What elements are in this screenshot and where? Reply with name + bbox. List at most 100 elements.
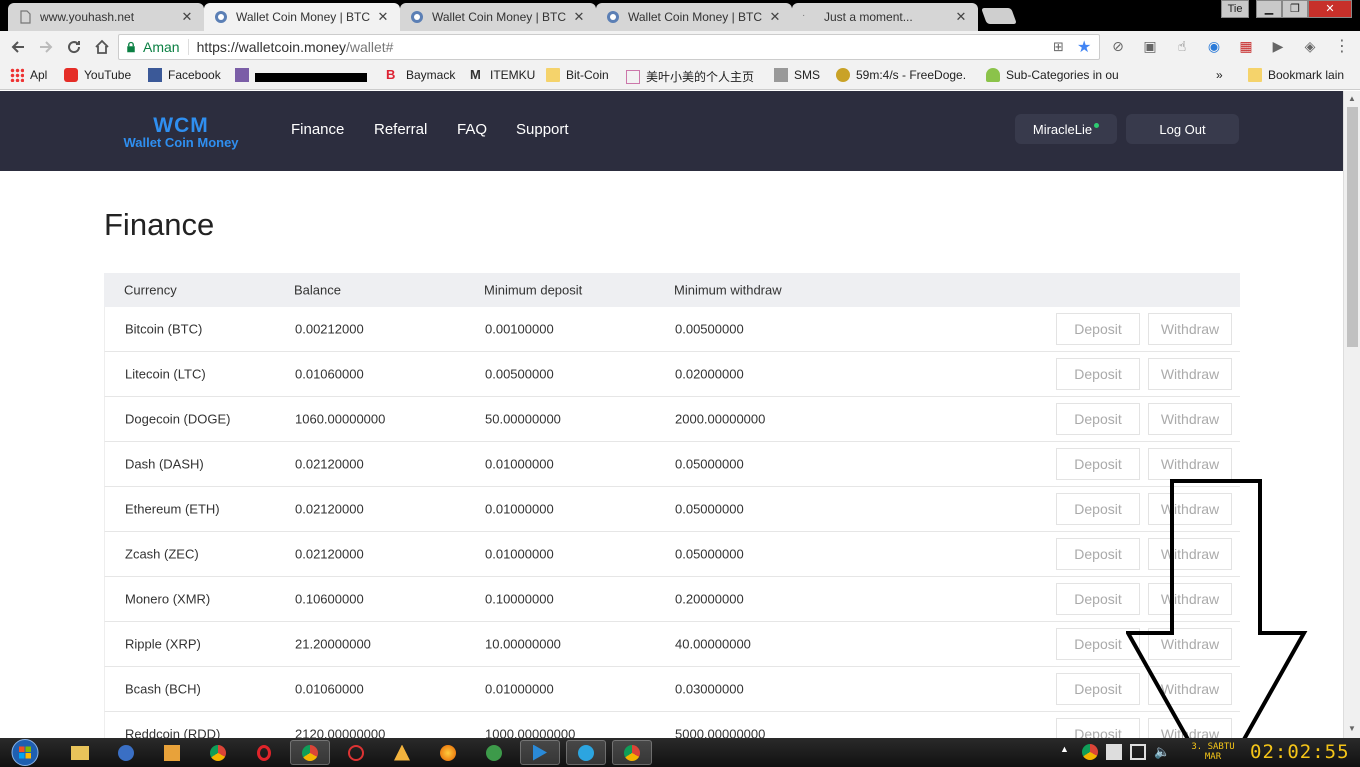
withdraw-button[interactable]: Withdraw [1148, 448, 1232, 480]
taskbar-player[interactable] [520, 740, 560, 765]
telegram-icon [578, 744, 594, 761]
currency-cell: Bcash (BCH) [125, 681, 201, 697]
play-extension-icon[interactable]: ▶ [1268, 36, 1288, 56]
action-center-icon[interactable] [1130, 744, 1146, 760]
taskbar-app[interactable] [382, 740, 422, 765]
menu-icon[interactable]: ⋮ [1332, 36, 1352, 56]
page-title: Finance [104, 207, 215, 242]
bookmark-youtube[interactable]: YouTube [64, 68, 131, 82]
withdraw-button[interactable]: Withdraw [1148, 358, 1232, 390]
min-withdraw-cell: 0.20000000 [675, 591, 744, 607]
new-tab-button[interactable] [981, 8, 1017, 24]
opera-icon [257, 744, 271, 761]
windows-start-icon[interactable] [8, 738, 42, 767]
translate-icon[interactable]: ⊞ [1053, 39, 1064, 55]
withdraw-button[interactable]: Withdraw [1148, 403, 1232, 435]
bookmark-facebook[interactable]: Facebook [148, 68, 221, 82]
reload-icon [68, 41, 81, 54]
close-icon[interactable]: ✕ [954, 9, 968, 25]
taskbar-telegram[interactable] [566, 740, 606, 765]
deposit-button[interactable]: Deposit [1056, 313, 1140, 345]
nav-faq[interactable]: FAQ [457, 121, 487, 138]
youtube-icon [64, 68, 78, 82]
reload-button[interactable] [60, 33, 88, 61]
nav-referral[interactable]: Referral [374, 121, 427, 138]
taskbar-chrome-active[interactable] [290, 740, 330, 765]
scroll-up-icon[interactable]: ▲ [1348, 94, 1356, 103]
tab-wallet-coin-active[interactable]: Wallet Coin Money | BTC ✕ [204, 3, 400, 31]
scroll-down-icon[interactable]: ▼ [1348, 724, 1356, 733]
bookmark-baymack[interactable]: B Baymack [386, 68, 455, 83]
taskbar-app[interactable] [336, 740, 376, 765]
header-balance: Balance [294, 282, 341, 298]
taskbar-app[interactable] [106, 740, 146, 765]
bookmark-sms[interactable]: SMS [774, 68, 820, 82]
bookmark-bitcoin-folder[interactable]: Bit-Coin [546, 68, 609, 82]
nav-support[interactable]: Support [516, 121, 569, 138]
bookmark-other-folder[interactable]: Bookmark lain [1248, 68, 1344, 82]
block-icon[interactable]: ⊘ [1108, 36, 1128, 56]
chrome-tray-icon[interactable] [1082, 744, 1098, 760]
withdraw-button[interactable]: Withdraw [1148, 313, 1232, 345]
extension-icon[interactable]: ▣ [1140, 36, 1160, 56]
media-icon [164, 744, 180, 761]
close-icon[interactable]: ✕ [180, 9, 194, 25]
close-icon[interactable]: ✕ [572, 9, 586, 25]
close-icon[interactable]: ✕ [768, 9, 782, 25]
tab-youhash[interactable]: www.youhash.net ✕ [8, 3, 204, 31]
taskbar-chrome[interactable] [198, 740, 238, 765]
deposit-button[interactable]: Deposit [1056, 403, 1140, 435]
close-icon[interactable]: ✕ [376, 9, 390, 25]
network-tray-icon[interactable] [1106, 744, 1122, 760]
volume-icon[interactable]: 🔈 [1154, 744, 1170, 760]
logout-button[interactable]: Log Out [1126, 114, 1239, 144]
show-hidden-icons-button[interactable]: ▲ [1060, 744, 1076, 760]
home-button[interactable] [88, 33, 116, 61]
back-button[interactable] [4, 33, 32, 61]
scrollbar-thumb[interactable] [1347, 107, 1358, 347]
window-user-badge: Tie [1221, 0, 1249, 18]
forward-button[interactable] [32, 33, 60, 61]
minimize-button[interactable]: ▁ [1256, 0, 1282, 18]
bookmark-freedoge[interactable]: 59m:4/s - FreeDoge. [836, 68, 966, 82]
secure-indicator[interactable]: Aman [119, 39, 189, 55]
bookmark-sub-categories[interactable]: Sub-Categories in ou [986, 68, 1119, 82]
bookmark-apps[interactable]: Apl [10, 68, 47, 82]
star-icon[interactable]: ★ [1077, 37, 1091, 57]
table-body: Bitcoin (BTC) 0.00212000 0.00100000 0.00500… [104, 307, 1240, 738]
taskbar-firefox[interactable] [428, 740, 468, 765]
maximize-button[interactable]: ❐ [1282, 0, 1308, 18]
bookmark-personal-page[interactable]: 美叶小美的个人主页 [626, 68, 754, 85]
taskbar-chrome[interactable] [612, 740, 652, 765]
user-account-button[interactable]: MiracleLie [1015, 114, 1117, 144]
bookmark-redacted-email[interactable] [235, 68, 367, 82]
nav-finance[interactable]: Finance [291, 121, 344, 138]
taskbar-app[interactable] [474, 740, 514, 765]
extension-badge-icon[interactable]: ▦ [1236, 36, 1256, 56]
clock-date[interactable]: 3. SABTU MAR [1188, 742, 1238, 762]
taskbar-opera[interactable] [244, 740, 284, 765]
taskbar-explorer[interactable] [60, 740, 100, 765]
tab-just-a-moment[interactable]: · Just a moment... ✕ [792, 3, 978, 31]
tab-wallet-coin[interactable]: Wallet Coin Money | BTC ✕ [400, 3, 596, 31]
deposit-button[interactable]: Deposit [1056, 448, 1140, 480]
chrome-icon [624, 744, 640, 761]
site-header: WCM Wallet Coin Money Finance Referral F… [0, 91, 1343, 171]
tab-title: www.youhash.net [40, 10, 135, 24]
bookmarks-overflow-button[interactable]: » [1216, 68, 1223, 82]
tab-wallet-coin[interactable]: Wallet Coin Money | BTC ✕ [596, 3, 792, 31]
close-window-button[interactable]: ✕ [1308, 0, 1352, 18]
site-logo[interactable]: WCM Wallet Coin Money [106, 115, 256, 149]
deposit-button[interactable]: Deposit [1056, 358, 1140, 390]
balance-cell: 0.02120000 [295, 546, 364, 562]
bookmark-itemku[interactable]: M ITEMKU [470, 68, 535, 83]
logo-wordmark: WCM [153, 114, 209, 137]
currency-cell: Bitcoin (BTC) [125, 321, 203, 337]
page-scrollbar[interactable]: ▲ ▼ [1343, 91, 1360, 738]
address-bar[interactable]: Aman https://walletcoin.money/wallet# ⊞ … [118, 34, 1100, 60]
clock-time[interactable]: 02:02:55 [1250, 741, 1350, 763]
extension-icon[interactable]: ☝ [1172, 36, 1192, 56]
extension-icon[interactable]: ◈ [1300, 36, 1320, 56]
sync-extension-icon[interactable]: ◉ [1204, 36, 1224, 56]
taskbar-media[interactable] [152, 740, 192, 765]
